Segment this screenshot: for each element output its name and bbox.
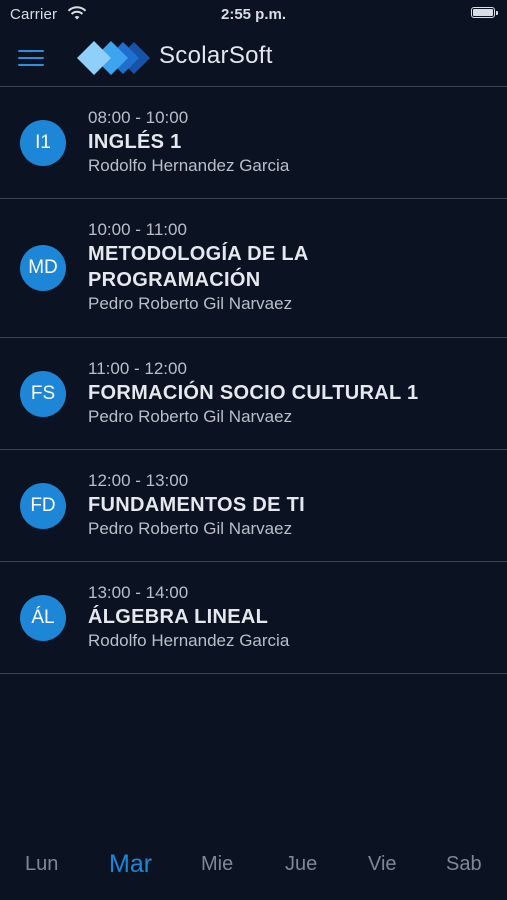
class-details: 11:00 - 12:00 FORMACIÓN SOCIO CULTURAL 1… xyxy=(88,358,487,428)
class-name: FUNDAMENTOS DE TI xyxy=(88,494,305,516)
class-details: 08:00 - 10:00 INGLÉS 1 Rodolfo Hernandez… xyxy=(88,107,487,177)
battery-icon xyxy=(471,7,498,18)
class-list: I1 08:00 - 10:00 INGLÉS 1 Rodolfo Hernan… xyxy=(0,87,507,674)
class-name: METODOLOGÍA DE LA PROGRAMACIÓN xyxy=(88,243,308,291)
tab-lun[interactable]: Lun xyxy=(25,853,58,876)
course-avatar: ÁL xyxy=(20,595,66,641)
app-title: ScolarSoft xyxy=(159,42,273,69)
scolarsoft-logo-icon xyxy=(77,41,150,75)
hamburger-menu-icon[interactable] xyxy=(18,50,44,68)
clock-time: 2:55 p.m. xyxy=(220,6,287,23)
tab-mie[interactable]: Mie xyxy=(201,853,233,876)
tab-mar[interactable]: Mar xyxy=(109,850,152,879)
course-avatar: FD xyxy=(20,483,66,529)
class-teacher: Pedro Roberto Gil Narvaez xyxy=(88,294,293,313)
class-item[interactable]: I1 08:00 - 10:00 INGLÉS 1 Rodolfo Hernan… xyxy=(0,87,507,199)
class-name: ÁLGEBRA LINEAL xyxy=(88,606,269,628)
class-time: 08:00 - 10:00 xyxy=(88,108,189,127)
class-teacher: Rodolfo Hernandez Garcia xyxy=(88,631,290,650)
course-avatar: I1 xyxy=(20,120,66,166)
class-details: 10:00 - 11:00 METODOLOGÍA DE LA PROGRAMA… xyxy=(88,219,367,315)
class-name: INGLÉS 1 xyxy=(88,131,182,153)
class-details: 13:00 - 14:00 ÁLGEBRA LINEAL Rodolfo Her… xyxy=(88,582,487,652)
class-time: 12:00 - 13:00 xyxy=(88,471,189,490)
class-teacher: Pedro Roberto Gil Narvaez xyxy=(88,407,293,426)
class-teacher: Rodolfo Hernandez Garcia xyxy=(88,156,290,175)
class-item[interactable]: MD 10:00 - 11:00 METODOLOGÍA DE LA PROGR… xyxy=(0,199,507,338)
tab-jue[interactable]: Jue xyxy=(285,853,317,876)
course-avatar: MD xyxy=(20,245,66,291)
nav-bar: ScolarSoft xyxy=(0,30,507,87)
class-item[interactable]: FS 11:00 - 12:00 FORMACIÓN SOCIO CULTURA… xyxy=(0,338,507,450)
day-tab-bar: Lun Mar Mie Jue Vie Sab xyxy=(0,830,507,900)
class-time: 10:00 - 11:00 xyxy=(88,220,187,239)
class-time: 11:00 - 12:00 xyxy=(88,359,187,378)
class-item[interactable]: ÁL 13:00 - 14:00 ÁLGEBRA LINEAL Rodolfo … xyxy=(0,562,507,674)
course-avatar: FS xyxy=(20,371,66,417)
class-details: 12:00 - 13:00 FUNDAMENTOS DE TI Pedro Ro… xyxy=(88,470,487,540)
tab-vie[interactable]: Vie xyxy=(368,853,397,876)
class-time: 13:00 - 14:00 xyxy=(88,583,189,602)
status-bar: Carrier 2:55 p.m. xyxy=(0,0,507,30)
class-name: FORMACIÓN SOCIO CULTURAL 1 xyxy=(88,382,419,404)
tab-sab[interactable]: Sab xyxy=(446,853,482,876)
class-teacher: Pedro Roberto Gil Narvaez xyxy=(88,519,293,538)
class-item[interactable]: FD 12:00 - 13:00 FUNDAMENTOS DE TI Pedro… xyxy=(0,450,507,562)
